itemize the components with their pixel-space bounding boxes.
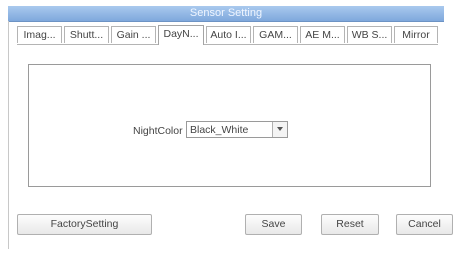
chevron-down-icon (277, 127, 283, 131)
save-button[interactable]: Save (245, 214, 302, 235)
cancel-button[interactable]: Cancel (396, 214, 453, 235)
window-left-border (8, 21, 9, 249)
tab-daynight[interactable]: DayN... (158, 25, 204, 45)
tab-gamma[interactable]: GAM... (253, 26, 298, 43)
tab-auto-iris[interactable]: Auto I... (206, 26, 251, 43)
night-color-select[interactable]: Black_White (186, 121, 288, 138)
tab-divider (17, 44, 438, 45)
reset-button[interactable]: Reset (321, 214, 379, 235)
tab-gain[interactable]: Gain ... (111, 26, 156, 43)
tab-mirror[interactable]: Mirror (394, 26, 438, 43)
tab-ae-mode[interactable]: AE M... (300, 26, 345, 43)
tab-wb-setting[interactable]: WB S... (347, 26, 392, 43)
window-titlebar[interactable]: Sensor Setting (8, 6, 444, 22)
night-color-value: Black_White (190, 124, 249, 136)
night-color-label: NightColor (133, 125, 183, 137)
dropdown-arrow-button[interactable] (272, 122, 287, 137)
window-title: Sensor Setting (189, 7, 263, 19)
tab-image[interactable]: Imag... (17, 26, 62, 43)
factory-setting-button[interactable]: FactorySetting (17, 214, 152, 235)
tab-shutter[interactable]: Shutt... (64, 26, 109, 43)
